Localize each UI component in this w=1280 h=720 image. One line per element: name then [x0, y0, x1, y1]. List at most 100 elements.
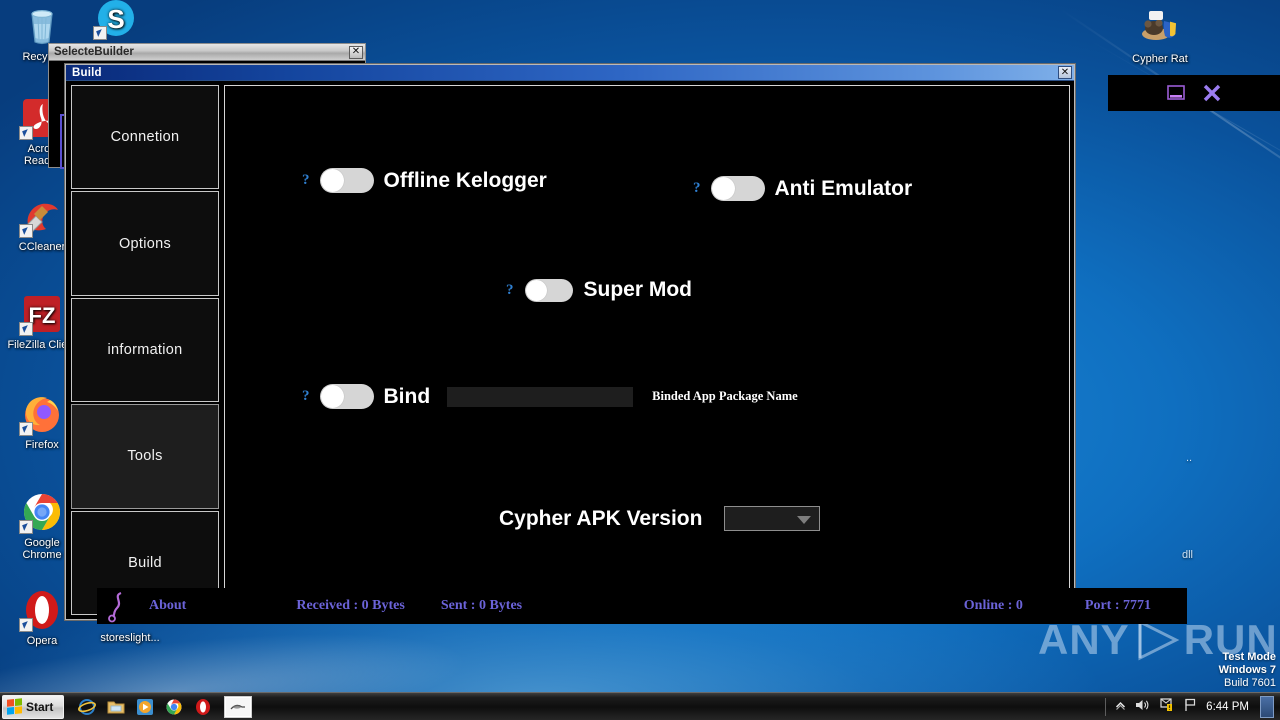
network-flag-icon[interactable]: [1183, 698, 1197, 715]
about-squiggle-icon: [101, 589, 135, 623]
shortcut-overlay-icon: [19, 422, 33, 436]
opera-icon: [19, 588, 64, 632]
sidebar-item-connetion[interactable]: Connetion: [71, 85, 219, 190]
bind-toggle[interactable]: [319, 384, 374, 409]
build-sidebar: Connetion Options information Tools Buil…: [66, 81, 222, 619]
windows-test-mode-watermark: Test Mode Windows 7 Build 7601: [1219, 651, 1276, 690]
filezilla-icon: FZ: [19, 292, 64, 336]
super-mod-label: Super Mod: [583, 278, 693, 301]
about-link[interactable]: About: [149, 598, 186, 614]
build-window-titlebar[interactable]: Build ✕: [66, 65, 1074, 81]
start-button-label: Start: [26, 699, 54, 714]
apk-version-row: Cypher APK Version: [499, 506, 821, 531]
shortcut-overlay-icon: [19, 520, 33, 534]
close-button[interactable]: [1201, 82, 1223, 104]
desktop-icon-label: Cypher Rat: [1132, 53, 1188, 65]
taskbar: Start 6:44 PM: [0, 692, 1280, 720]
binded-app-package-hint: Binded App Package Name: [652, 389, 798, 403]
anti-emulator-toggle[interactable]: [710, 176, 765, 201]
offline-kelogger-toggle[interactable]: [319, 168, 374, 193]
toggle-knob: [320, 385, 344, 408]
close-icon[interactable]: ✕: [349, 45, 363, 59]
stray-text-dots: ..: [1186, 452, 1193, 464]
recycle-bin-icon: [20, 4, 64, 48]
offline-kelogger-label: Offline Kelogger: [383, 168, 547, 192]
shortcut-overlay-icon: [93, 26, 107, 40]
bind-label: Bind: [383, 384, 431, 408]
chevron-down-icon: [797, 515, 812, 524]
chevron-up-icon[interactable]: [1115, 700, 1126, 714]
desktop-icon-label: storeslight...: [100, 632, 160, 644]
desktop-icon-label: Opera: [26, 635, 58, 647]
opera-icon[interactable]: [190, 695, 216, 719]
anti-emulator-label: Anti Emulator: [774, 176, 913, 200]
desktop-icon-cypher-rat[interactable]: Cypher Rat: [1122, 6, 1198, 65]
help-icon[interactable]: ?: [302, 173, 310, 188]
port-status: Port : 7771: [1084, 598, 1151, 613]
chrome-icon: [19, 490, 64, 534]
selecte-builder-titlebar[interactable]: SelecteBuilder ✕: [49, 44, 365, 61]
system-tray: 6:44 PM: [1105, 693, 1280, 720]
windows-logo-icon: [7, 698, 22, 715]
ccleaner-icon: [19, 194, 64, 238]
shortcut-overlay-icon: [19, 224, 33, 238]
sidebar-item-options[interactable]: Options: [71, 191, 219, 296]
cypher-apk-version-label: Cypher APK Version: [499, 506, 703, 530]
taskbar-clock[interactable]: 6:44 PM: [1206, 701, 1249, 713]
show-desktop-button[interactable]: [1260, 695, 1274, 718]
start-button[interactable]: Start: [2, 694, 64, 719]
sidebar-item-information[interactable]: information: [71, 297, 219, 403]
action-center-flag-warning-icon[interactable]: [1159, 698, 1174, 715]
taskbar-window-builder[interactable]: [224, 695, 252, 718]
sidebar-item-label: information: [107, 342, 183, 359]
selecte-builder-title: SelecteBuilder: [54, 46, 134, 58]
build-number-label: Build 7601: [1224, 677, 1276, 689]
cypher-rat-window-controls: [1108, 75, 1280, 111]
internet-explorer-icon[interactable]: [74, 695, 100, 719]
svg-text:S: S: [107, 4, 124, 34]
play-triangle-icon: [1134, 618, 1180, 662]
super-mod-toggle[interactable]: [524, 278, 573, 302]
sidebar-item-label: Tools: [127, 448, 163, 465]
minimize-button[interactable]: [1165, 82, 1187, 104]
sidebar-item-tools[interactable]: Tools: [71, 404, 219, 509]
cypher-rat-icon: [1138, 6, 1182, 50]
stray-text-dll: dll: [1182, 549, 1194, 561]
firefox-icon: [19, 392, 64, 436]
toggle-knob: [320, 169, 344, 192]
chrome-icon[interactable]: [161, 695, 187, 719]
media-player-icon[interactable]: [132, 695, 158, 719]
desktop: Recycle Acrob Reader CCleaner FZ FileZil…: [0, 0, 1280, 720]
windows-explorer-icon[interactable]: [103, 695, 129, 719]
super-mod-row: ? Super Mod: [506, 278, 692, 302]
sidebar-item-label: Options: [118, 235, 172, 252]
help-icon[interactable]: ?: [506, 282, 514, 298]
offline-kelogger-row: ? Offline Kelogger: [302, 168, 547, 193]
received-bytes-status: Received : 0 Bytes: [296, 598, 405, 613]
shortcut-overlay-icon: [19, 618, 33, 632]
binded-app-package-input[interactable]: [446, 385, 635, 408]
anti-emulator-row: ? Anti Emulator: [693, 176, 912, 201]
toggle-knob: [525, 279, 547, 301]
speaker-icon[interactable]: [1135, 698, 1150, 715]
test-mode-label: Test Mode: [1222, 651, 1276, 663]
cypher-apk-version-dropdown[interactable]: [724, 506, 821, 531]
build-content-panel: ? Offline Kelogger ? Anti Emulator ? Sup…: [224, 85, 1070, 615]
close-icon[interactable]: ✕: [1058, 66, 1072, 79]
skype-icon: S: [93, 0, 138, 40]
desktop-icon-skype[interactable]: S: [78, 0, 154, 43]
shortcut-overlay-icon: [19, 126, 33, 140]
sent-bytes-status: Sent : 0 Bytes: [440, 598, 523, 613]
desktop-icon-storeslight[interactable]: storeslight...: [76, 632, 184, 644]
sidebar-item-label: Connetion: [110, 129, 180, 146]
build-window[interactable]: Build ✕ Connetion Options information To…: [65, 64, 1075, 620]
shortcut-overlay-icon: [19, 322, 33, 336]
tray-divider: [1105, 697, 1107, 716]
windows-version-label: Windows 7: [1218, 664, 1276, 676]
help-icon[interactable]: ?: [693, 181, 701, 196]
app-statusbar: About Received : 0 Bytes Sent : 0 Bytes …: [97, 588, 1187, 624]
help-icon[interactable]: ?: [302, 389, 310, 404]
bind-row: ? Bind Binded App Package Name: [302, 384, 798, 409]
toggle-knob: [711, 177, 735, 200]
build-window-title: Build: [72, 66, 102, 79]
